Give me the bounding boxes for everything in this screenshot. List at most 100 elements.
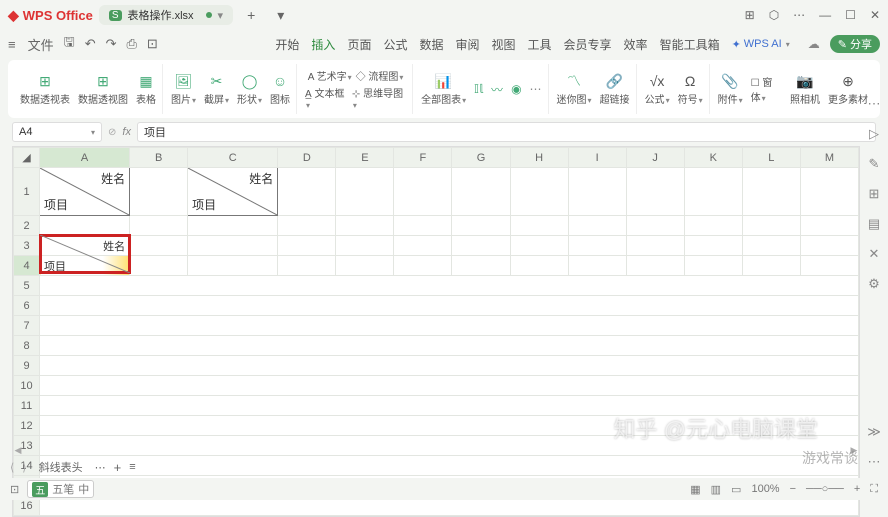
cell[interactable] <box>626 168 684 216</box>
sheet-menu-icon[interactable]: ⋯ <box>95 461 106 474</box>
cell[interactable] <box>800 216 858 236</box>
picture-button[interactable]: 🖼图片▾ <box>171 72 196 106</box>
cell[interactable] <box>394 236 452 256</box>
col-header-F[interactable]: F <box>394 148 452 168</box>
cell[interactable] <box>40 216 130 236</box>
icons-button[interactable]: ☺图标 <box>270 72 290 106</box>
pivot-chart-button[interactable]: ⊞数据透视图 <box>78 72 128 106</box>
cell[interactable] <box>626 256 684 276</box>
row-header-4[interactable]: 4 <box>14 256 40 276</box>
row-header-7[interactable]: 7 <box>14 316 40 336</box>
sheet-next-icon[interactable]: ⟩ <box>22 461 26 474</box>
view-read-icon[interactable]: ▭ <box>731 483 741 496</box>
cell[interactable] <box>742 256 800 276</box>
cell[interactable] <box>40 356 859 376</box>
cell[interactable] <box>188 236 278 256</box>
menu-view[interactable]: 视图 <box>492 36 516 53</box>
file-menu[interactable]: 文件 <box>28 35 54 54</box>
cell[interactable] <box>742 168 800 216</box>
cell-A4[interactable]: 项目 <box>40 256 130 276</box>
more-material-button[interactable]: ⊕更多素材 <box>828 72 868 106</box>
cloud-icon[interactable]: ☁ <box>808 37 820 51</box>
zoom-slider[interactable]: ──○── <box>806 483 844 495</box>
sheet-prev-icon[interactable]: ⟨ <box>10 461 14 474</box>
cell[interactable] <box>40 276 859 296</box>
formula-bar[interactable]: 项目 <box>137 122 876 142</box>
cell[interactable] <box>568 168 626 216</box>
equation-button[interactable]: √x公式▾ <box>645 72 670 106</box>
cell[interactable] <box>626 216 684 236</box>
cell[interactable] <box>40 396 859 416</box>
ime-indicator[interactable]: 五 五笔 中 <box>27 480 94 498</box>
cell[interactable] <box>510 216 568 236</box>
cell[interactable] <box>510 236 568 256</box>
cell[interactable] <box>684 168 742 216</box>
cell[interactable] <box>278 168 336 216</box>
cell[interactable] <box>336 256 394 276</box>
cell[interactable] <box>800 236 858 256</box>
document-tab[interactable]: S 表格操作.xlsx ▾ <box>99 5 233 25</box>
cell[interactable] <box>684 216 742 236</box>
cell[interactable] <box>742 236 800 256</box>
menu-tools[interactable]: 工具 <box>528 36 552 53</box>
app-icon-1[interactable]: ⊞ <box>745 8 755 22</box>
cell[interactable] <box>336 236 394 256</box>
app-icon-2[interactable]: ⬡ <box>769 8 779 22</box>
row-header-6[interactable]: 6 <box>14 296 40 316</box>
menu-smart-toolbox[interactable]: 智能工具箱 <box>660 36 720 53</box>
rail-filter-icon[interactable]: ▤ <box>868 216 880 232</box>
cell[interactable] <box>394 168 452 216</box>
cell[interactable] <box>452 168 510 216</box>
cell[interactable] <box>452 256 510 276</box>
cell[interactable] <box>510 256 568 276</box>
tab-dropdown-icon[interactable]: ▾ <box>218 9 224 22</box>
screenshot-button[interactable]: ✂截屏▾ <box>204 72 229 106</box>
form-button[interactable]: ☐ 窗体▾ <box>751 74 782 104</box>
col-header-D[interactable]: D <box>278 148 336 168</box>
row-header-1[interactable]: 1 <box>14 168 40 216</box>
zoom-level[interactable]: 100% <box>751 483 779 495</box>
mindmap-button[interactable]: ⊹ 思维导图▾ <box>352 85 406 111</box>
table-button[interactable]: ▦表格 <box>136 72 156 106</box>
cell[interactable] <box>510 168 568 216</box>
menu-start[interactable]: 开始 <box>275 36 299 53</box>
cell[interactable] <box>40 416 859 436</box>
cell-C1[interactable]: 姓名 项目 <box>188 168 278 216</box>
col-header-L[interactable]: L <box>742 148 800 168</box>
chart-pie-icon[interactable]: ◉ <box>511 82 521 96</box>
fx-icon[interactable]: fx <box>122 126 131 138</box>
row-header-11[interactable]: 11 <box>14 396 40 416</box>
symbol-button[interactable]: Ω符号▾ <box>678 72 703 106</box>
cell[interactable] <box>452 216 510 236</box>
horizontal-scrollbar[interactable]: ◀ ▶ <box>12 444 860 456</box>
row-header-5[interactable]: 5 <box>14 276 40 296</box>
flowchart-button[interactable]: ◇ 流程图▾ <box>356 68 404 83</box>
cell-A3[interactable]: 姓名 <box>40 236 130 256</box>
select-all-corner[interactable]: ◢ <box>14 148 40 168</box>
cell[interactable] <box>130 256 188 276</box>
minimize-icon[interactable]: — <box>819 8 831 22</box>
help-icon[interactable]: ⋯ <box>793 8 805 22</box>
scroll-left-icon[interactable]: ◀ <box>12 445 24 456</box>
sparkline-button[interactable]: 〽迷你图▾ <box>557 72 592 106</box>
sheet-tab[interactable]: 斜线表头 <box>35 459 87 475</box>
all-charts-button[interactable]: 📊全部图表▾ <box>421 72 466 106</box>
attachment-button[interactable]: 📎附件▾ <box>718 72 743 106</box>
row-header-10[interactable]: 10 <box>14 376 40 396</box>
rail-chart-icon[interactable]: ⊞ <box>869 186 880 202</box>
sheet-list-icon[interactable]: ≡ <box>129 461 135 473</box>
col-header-H[interactable]: H <box>510 148 568 168</box>
cell[interactable] <box>40 336 859 356</box>
col-header-M[interactable]: M <box>800 148 858 168</box>
add-sheet-button[interactable]: + <box>114 460 122 475</box>
row-header-12[interactable]: 12 <box>14 416 40 436</box>
cell[interactable] <box>336 216 394 236</box>
preview-icon[interactable]: ⊡ <box>147 36 158 52</box>
menu-review[interactable]: 审阅 <box>455 36 479 53</box>
menu-data[interactable]: 数据 <box>419 36 443 53</box>
cell[interactable] <box>800 256 858 276</box>
hyperlink-button[interactable]: 🔗超链接 <box>600 72 630 106</box>
row-header-3[interactable]: 3 <box>14 236 40 256</box>
col-header-G[interactable]: G <box>452 148 510 168</box>
row-header-2[interactable]: 2 <box>14 216 40 236</box>
